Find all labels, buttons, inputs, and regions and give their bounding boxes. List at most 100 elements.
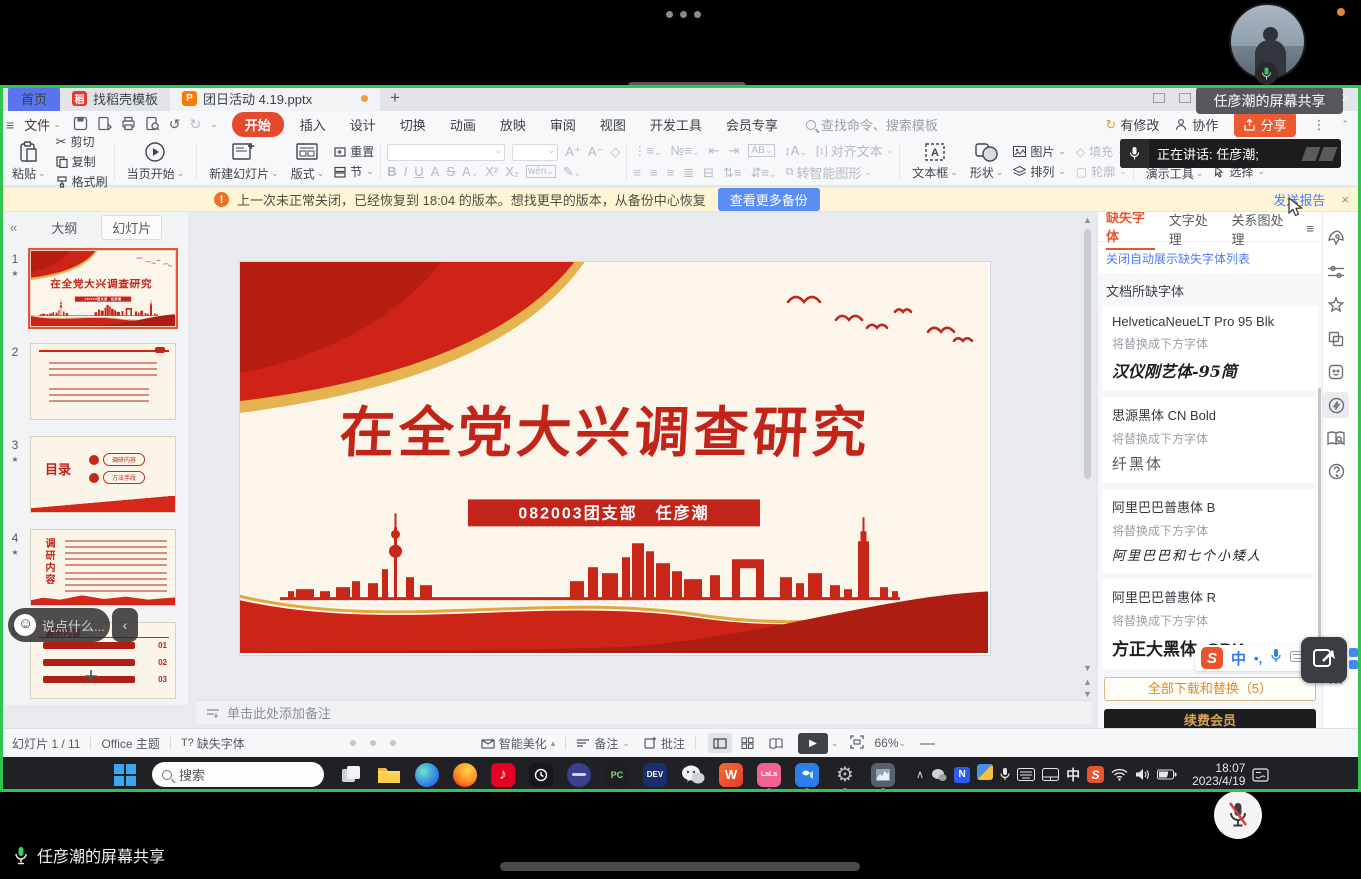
rail-sticker-icon[interactable] xyxy=(1323,359,1349,385)
font-name-combo[interactable] xyxy=(387,144,505,161)
indent-icon[interactable]: ⇥ xyxy=(729,143,740,159)
taskbar-clock[interactable]: 18:07 2023/4/19 xyxy=(1192,762,1245,788)
tray-wifi-icon[interactable] xyxy=(1111,768,1128,781)
missing-fonts-indicator[interactable]: T? 缺失字体 xyxy=(181,735,245,752)
rail-adjust-icon[interactable] xyxy=(1323,259,1349,285)
collapse-ribbon-icon[interactable]: ⌃ xyxy=(1341,119,1349,130)
reset-button[interactable]: 重置 xyxy=(334,143,374,160)
menu-file[interactable]: 文件 xyxy=(24,115,50,134)
underline-icon[interactable]: U xyxy=(414,164,423,179)
menu-insert[interactable]: 插入 xyxy=(288,115,338,134)
arrange-button[interactable]: 排列⌄ xyxy=(1013,163,1066,180)
rail-duplicate-icon[interactable] xyxy=(1323,326,1349,352)
annotation-tool-button[interactable] xyxy=(1301,637,1347,683)
auto-show-link[interactable]: 关闭自动展示缺失字体列表 xyxy=(1106,252,1250,266)
more-menu-icon[interactable]: ⋮ xyxy=(1312,117,1325,133)
menu-start[interactable]: 开始 xyxy=(232,112,284,137)
layout-button[interactable]: 版式⌄ xyxy=(285,140,331,184)
print-icon[interactable] xyxy=(121,116,136,134)
tray-ime-indicator[interactable]: 中 xyxy=(1066,765,1080,785)
panel-menu-icon[interactable]: ≡ xyxy=(1306,221,1314,236)
new-tab-button[interactable]: + xyxy=(380,85,410,111)
download-all-button[interactable]: 全部下载和替换（5） xyxy=(1104,677,1316,701)
bold-icon[interactable]: B xyxy=(387,164,396,179)
font-color-icon[interactable]: A⌄ xyxy=(462,164,478,179)
sogou-ime-dock[interactable]: S 中 •, xyxy=(1195,645,1312,671)
slide-thumb-4[interactable]: 4★ 调研内容 xyxy=(0,529,188,606)
font-card[interactable]: 阿里巴巴普惠体 B 将替换成下方字体 阿里巴巴和七个小矮人 xyxy=(1102,489,1318,573)
maximize-button[interactable] xyxy=(1179,93,1191,103)
align-text-button[interactable]: [↕]对齐文本⌄ xyxy=(816,141,893,160)
print-preview-icon[interactable] xyxy=(145,116,160,134)
tab-home[interactable]: 首页 xyxy=(8,85,60,111)
distribute-icon[interactable]: ⊟ xyxy=(703,165,714,181)
taskbar-search[interactable]: 搜索 xyxy=(152,762,324,787)
align-left-icon[interactable]: ≡ xyxy=(633,165,641,180)
italic-icon[interactable]: I xyxy=(404,164,408,179)
rail-effects-icon[interactable] xyxy=(1323,292,1349,318)
menu-devtools[interactable]: 开发工具 xyxy=(638,115,714,134)
notes-button[interactable]: 备注⌄ xyxy=(576,735,630,752)
justify-icon[interactable]: ≣ xyxy=(683,165,694,181)
menu-review[interactable]: 审阅 xyxy=(538,115,588,134)
task-view-button[interactable] xyxy=(336,760,366,790)
tray-mic-icon[interactable] xyxy=(1000,767,1010,782)
line-spacing-icon[interactable]: ⇅≡ xyxy=(723,165,741,181)
panel-tab-diagram[interactable]: 关系图处理 xyxy=(1231,210,1292,248)
view-sorter-button[interactable] xyxy=(736,733,760,753)
notification-center-icon[interactable] xyxy=(1252,768,1269,782)
sogou-toolbox-icon[interactable] xyxy=(1349,648,1358,657)
mute-mic-button[interactable] xyxy=(1214,791,1262,839)
strike-icon[interactable]: S xyxy=(446,164,455,179)
emoji-icon[interactable] xyxy=(14,614,36,636)
superscript-icon[interactable]: X² xyxy=(485,164,498,179)
para-spacing-icon[interactable]: ⇵≡⌄ xyxy=(750,165,776,181)
devcpp-icon[interactable]: DEV xyxy=(640,760,670,790)
copy-button[interactable]: 复制 xyxy=(56,153,108,170)
task-manager-icon[interactable] xyxy=(868,760,898,790)
tray-wechat-icon[interactable] xyxy=(931,768,947,782)
minimize-button[interactable] xyxy=(1153,93,1165,103)
wechat-icon[interactable] xyxy=(678,760,708,790)
tray-touchpad-icon[interactable] xyxy=(1042,768,1059,781)
pinyin-icon[interactable]: wén⌄ xyxy=(526,165,556,178)
clock-app-icon[interactable] xyxy=(526,760,556,790)
tab-docer-templates[interactable]: 稻 找稻壳模板 xyxy=(60,85,170,111)
ime-mic-icon[interactable] xyxy=(1270,648,1282,669)
ime-punctuation-icon[interactable]: •, xyxy=(1254,651,1262,666)
play-options-caret[interactable]: ⌄ xyxy=(831,738,839,749)
rail-proofread-icon[interactable] xyxy=(1323,426,1349,452)
grow-font-icon[interactable]: A⁺ xyxy=(565,144,581,160)
redo-icon[interactable]: ↻ xyxy=(189,116,201,133)
save-icon[interactable] xyxy=(73,116,88,134)
collab-button[interactable]: 协作 xyxy=(1175,115,1218,134)
panel-scrollbar[interactable] xyxy=(1318,388,1321,648)
shape-button[interactable]: 形状⌄ xyxy=(964,140,1010,184)
font-card[interactable]: HelveticaNeueLT Pro 95 Blk 将替换成下方字体 汉仪刚艺… xyxy=(1102,306,1318,391)
meeting-chat-bubble[interactable]: 说点什么... xyxy=(8,608,110,642)
align-center-icon[interactable]: ≡ xyxy=(650,165,658,180)
line-order-icon[interactable]: ↕A⌄ xyxy=(784,143,807,158)
tab-outline[interactable]: 大纲 xyxy=(41,216,87,239)
wps-icon[interactable]: W xyxy=(716,760,746,790)
alert-close-icon[interactable]: × xyxy=(1341,192,1349,207)
tray-expand-icon[interactable]: ∧ xyxy=(916,768,924,781)
netease-music-icon[interactable]: ♪ xyxy=(488,760,518,790)
font-card[interactable]: 思源黑体 CN Bold 将替换成下方字体 纤黑体 xyxy=(1102,397,1318,483)
menu-slideshow[interactable]: 放映 xyxy=(488,115,538,134)
undo-icon[interactable]: ↺ xyxy=(169,116,181,133)
menu-animation[interactable]: 动画 xyxy=(438,115,488,134)
view-normal-button[interactable] xyxy=(708,733,732,753)
chat-collapse-icon[interactable]: ‹ xyxy=(112,608,138,642)
tray-keyboard-icon[interactable] xyxy=(1017,768,1035,781)
tab-document[interactable]: P 团日活动 4.19.pptx xyxy=(170,85,380,111)
subscript-icon[interactable]: X₂ xyxy=(505,164,519,179)
slide-canvas[interactable]: 在全党大兴调查研究 082003团支部 任彦潮 xyxy=(240,262,990,655)
menu-transition[interactable]: 切换 xyxy=(388,115,438,134)
chat-placeholder[interactable]: 说点什么... xyxy=(42,616,105,635)
picture-button[interactable]: 图片⌄ xyxy=(1013,143,1066,160)
beautify-button[interactable]: 智能美化▴ xyxy=(481,735,556,752)
scrollbar-thumb[interactable] xyxy=(1084,229,1091,479)
tray-battery-icon[interactable] xyxy=(1157,769,1177,780)
export-pdf-icon[interactable] xyxy=(97,116,112,134)
